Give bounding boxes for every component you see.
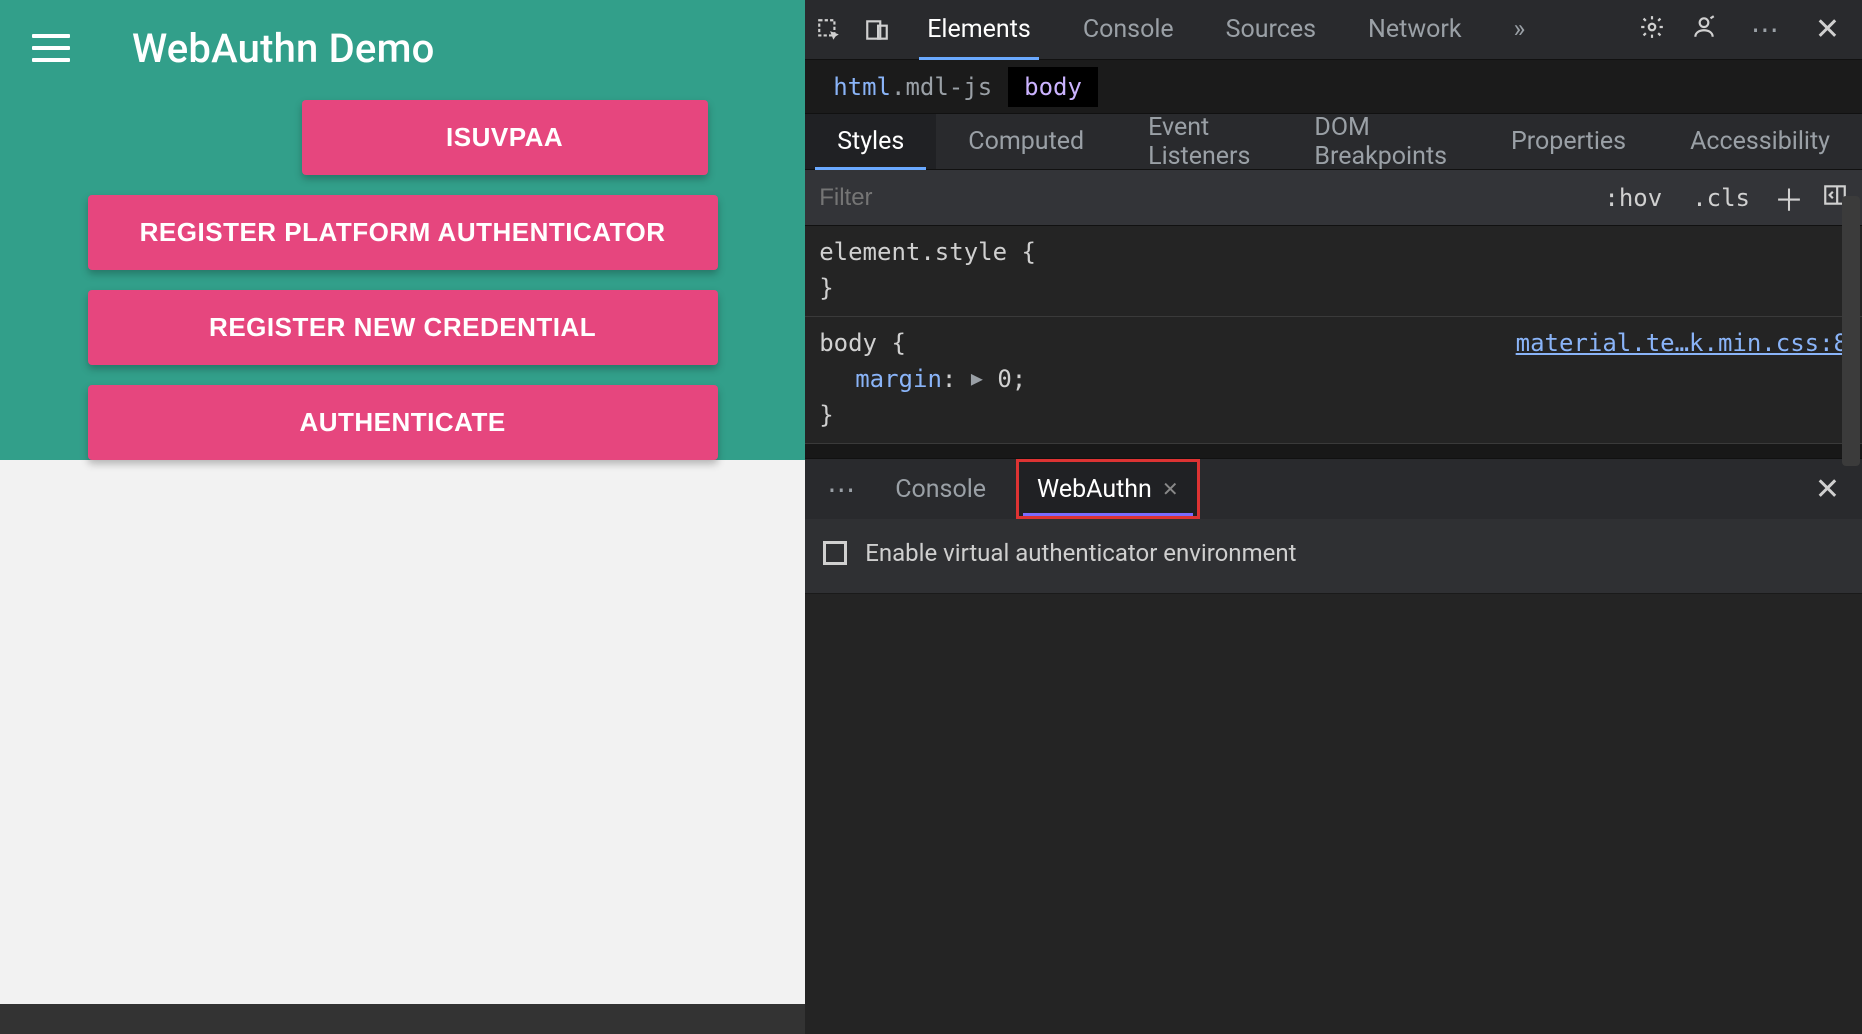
drawer-empty-area — [805, 594, 1862, 1034]
drawer-tab-webauthn[interactable]: WebAuthn✕ — [1016, 459, 1200, 519]
tab-elements[interactable]: Elements — [901, 0, 1057, 59]
tab-network[interactable]: Network — [1342, 0, 1487, 59]
subtab-accessibility[interactable]: Accessibility — [1658, 114, 1862, 169]
subtab-computed[interactable]: Computed — [936, 114, 1116, 169]
source-link[interactable]: material.te…k.min.css:8 — [1516, 325, 1848, 361]
app-bar: WebAuthn Demo ISUVPAA REGISTER PLATFORM … — [0, 0, 805, 460]
style-rules: element.style { } body { material.te…k.m… — [805, 226, 1862, 444]
feedback-icon[interactable] — [1691, 14, 1717, 46]
register-new-credential-button[interactable]: REGISTER NEW CREDENTIAL — [88, 290, 718, 365]
more-tabs-icon[interactable]: » — [1488, 0, 1552, 59]
page-title: WebAuthn Demo — [132, 25, 435, 72]
tab-sources[interactable]: Sources — [1200, 0, 1342, 59]
scrollbar[interactable] — [1842, 196, 1860, 466]
page-footer — [0, 1004, 805, 1034]
rule-inline-style[interactable]: element.style { } — [805, 226, 1862, 317]
rendered-page: WebAuthn Demo ISUVPAA REGISTER PLATFORM … — [0, 0, 805, 1034]
devtools-drawer: ⋯ Console WebAuthn✕ ✕ Enable virtual aut… — [805, 458, 1862, 594]
devtools-toolbar: Elements Console Sources Network » ⋯ ✕ — [805, 0, 1862, 60]
enable-virtual-authenticator-checkbox[interactable] — [823, 541, 847, 565]
menu-icon[interactable] — [32, 25, 78, 71]
enable-virtual-authenticator-label: Enable virtual authenticator environment — [865, 539, 1296, 567]
rule-body[interactable]: body { material.te…k.min.css:8 margin: ▶… — [805, 317, 1862, 444]
breadcrumb-html[interactable]: html.mdl-js — [817, 67, 1008, 107]
kebab-menu-icon[interactable]: ⋯ — [1743, 13, 1789, 46]
styles-subtabs: Styles Computed Event Listeners DOM Brea… — [805, 114, 1862, 170]
tab-console[interactable]: Console — [1057, 0, 1200, 59]
breadcrumb-body[interactable]: body — [1008, 67, 1098, 107]
subtab-dom-breakpoints[interactable]: DOM Breakpoints — [1282, 114, 1479, 169]
close-tab-icon[interactable]: ✕ — [1162, 477, 1179, 501]
drawer-tab-console[interactable]: Console — [865, 459, 1016, 519]
settings-icon[interactable] — [1639, 14, 1665, 46]
drawer-menu-icon[interactable]: ⋯ — [819, 459, 865, 519]
device-toolbar-icon[interactable] — [853, 0, 901, 59]
close-drawer-icon[interactable]: ✕ — [1815, 472, 1840, 507]
styles-filter-bar: :hov .cls ＋ — [805, 170, 1862, 226]
register-platform-authenticator-button[interactable]: REGISTER PLATFORM AUTHENTICATOR — [88, 195, 718, 270]
toggle-hov[interactable]: :hov — [1598, 182, 1668, 214]
dom-breadcrumb: html.mdl-js body — [805, 60, 1862, 114]
close-devtools-icon[interactable]: ✕ — [1815, 12, 1840, 47]
styles-filter-input[interactable] — [819, 184, 1580, 212]
webauthn-panel: Enable virtual authenticator environment — [805, 519, 1862, 594]
inspect-element-icon[interactable] — [805, 0, 853, 59]
subtab-styles[interactable]: Styles — [805, 114, 936, 169]
new-style-rule-icon[interactable]: ＋ — [1774, 176, 1804, 220]
subtab-event-listeners[interactable]: Event Listeners — [1116, 114, 1282, 169]
isuvpaa-button[interactable]: ISUVPAA — [302, 100, 708, 175]
toggle-cls[interactable]: .cls — [1686, 182, 1756, 214]
devtools-panel: Elements Console Sources Network » ⋯ ✕ h… — [805, 0, 1862, 1034]
page-body — [0, 460, 805, 1004]
subtab-properties[interactable]: Properties — [1479, 114, 1658, 169]
authenticate-button[interactable]: AUTHENTICATE — [88, 385, 718, 460]
